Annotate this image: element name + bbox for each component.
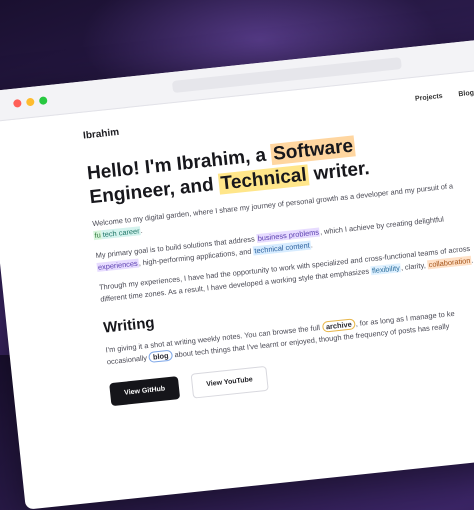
intro-text: . <box>470 255 474 265</box>
nav-link-blog[interactable]: Blog <box>458 90 474 99</box>
minimize-window-icon[interactable] <box>25 97 35 107</box>
nav-link-projects[interactable]: Projects <box>415 93 443 103</box>
main-content: Hello! I'm Ibrahim, a Software Engineer,… <box>0 112 474 417</box>
site-brand[interactable]: Ibrahim <box>83 127 120 142</box>
intro-text: . <box>310 240 314 250</box>
nav-links: Projects Blog <box>415 88 474 103</box>
intro-text: . <box>140 225 144 236</box>
highlight-tech-career: tech career <box>101 226 141 240</box>
view-youtube-button[interactable]: View YouTube <box>190 365 269 399</box>
writing-text: occasionally <box>106 353 150 367</box>
highlight-experiences: experiences <box>96 258 140 272</box>
blog-link[interactable]: blog <box>148 349 174 363</box>
maximize-window-icon[interactable] <box>38 96 48 106</box>
highlight-flexibility: flexibility <box>370 263 402 276</box>
hero-title-text: writer. <box>307 157 371 186</box>
browser-window: Ibrahim Projects Blog Hello! I'm Ibrahim… <box>0 31 474 510</box>
close-window-icon[interactable] <box>12 98 22 108</box>
view-github-button[interactable]: View GitHub <box>109 376 181 407</box>
highlight-technical-content: technical content <box>252 240 312 256</box>
archive-link[interactable]: archive <box>321 318 357 333</box>
highlight-collaboration: collaboration <box>427 255 472 270</box>
intro-text: , which I achieve by creating delightful <box>319 214 445 237</box>
intro-text: , clarity, <box>400 260 429 273</box>
